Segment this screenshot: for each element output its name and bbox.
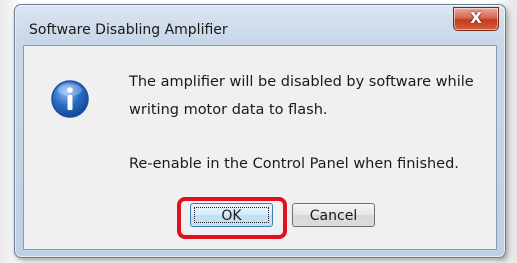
close-icon: X (470, 9, 482, 27)
dialog-window: Software Disabling Amplifier X The ampli… (14, 4, 506, 258)
title-bar[interactable]: Software Disabling Amplifier X (15, 5, 505, 45)
close-button[interactable]: X (453, 7, 499, 31)
dialog-title: Software Disabling Amplifier (29, 22, 228, 38)
message-line-3: Re-enable in the Control Panel when fini… (129, 156, 459, 172)
cancel-button[interactable]: Cancel (292, 203, 375, 227)
ok-highlight-annotation (177, 197, 287, 239)
message-line-1: The amplifier will be disabled by softwa… (129, 74, 474, 90)
cancel-button-label: Cancel (309, 208, 358, 224)
dialog-body: The amplifier will be disabled by softwa… (23, 45, 497, 250)
information-icon (51, 80, 89, 118)
message-line-2: writing motor data to flash. (129, 102, 328, 118)
